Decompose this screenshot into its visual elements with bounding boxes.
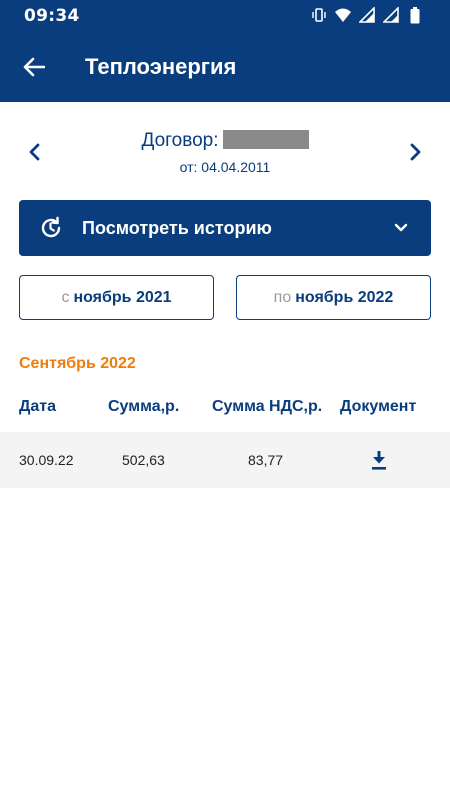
date-from-value: ноябрь 2021 [73, 288, 172, 306]
row-date: 30.09.22 [19, 452, 74, 468]
date-from-button[interactable]: с ноябрь 2021 [19, 275, 214, 320]
chevron-right-icon [410, 143, 421, 161]
battery-icon [406, 6, 424, 24]
date-to-prefix: по [273, 288, 292, 306]
wifi-icon [334, 6, 352, 24]
table-header: Дата Сумма,р. Сумма НДС,р. Документ [0, 398, 450, 420]
page-title: Теплоэнергия [85, 54, 237, 79]
view-history-button[interactable]: Посмотреть историю [19, 200, 431, 256]
status-icons [310, 6, 424, 24]
back-button[interactable] [14, 47, 54, 87]
redacted-contract-number [222, 130, 309, 149]
column-header-date: Дата [19, 398, 57, 415]
row-sum: 502,63 [122, 452, 165, 468]
signal-icon [382, 6, 400, 24]
table-row: 30.09.22 502,63 83,77 [0, 432, 450, 488]
contract-header: Договор: от: 04.04.2011 [0, 128, 450, 178]
status-time: 09:34 [24, 6, 80, 26]
view-history-label: Посмотреть историю [82, 218, 272, 238]
date-from-prefix: с [61, 288, 70, 306]
next-contract-button[interactable] [400, 136, 432, 168]
month-heading: Сентябрь 2022 [19, 355, 136, 372]
column-header-sum: Сумма,р. [108, 398, 180, 415]
status-bar: 09:34 [0, 0, 450, 32]
vibrate-icon [310, 6, 328, 24]
history-icon [41, 216, 61, 238]
signal-icon [358, 6, 376, 24]
row-vat: 83,77 [248, 452, 284, 468]
date-to-button[interactable]: по ноябрь 2022 [236, 275, 431, 320]
contract-number-line: Договор: [0, 130, 450, 152]
column-header-document: Документ [340, 398, 417, 415]
date-to-value: ноябрь 2022 [295, 288, 394, 306]
download-icon[interactable] [369, 449, 389, 471]
contract-label: Договор: [141, 130, 219, 151]
arrow-left-icon [23, 57, 45, 77]
app-bar: Теплоэнергия [0, 32, 450, 102]
column-header-vat: Сумма НДС,р. [212, 398, 323, 415]
chevron-down-icon [394, 223, 408, 232]
contract-date: от: 04.04.2011 [179, 159, 271, 175]
